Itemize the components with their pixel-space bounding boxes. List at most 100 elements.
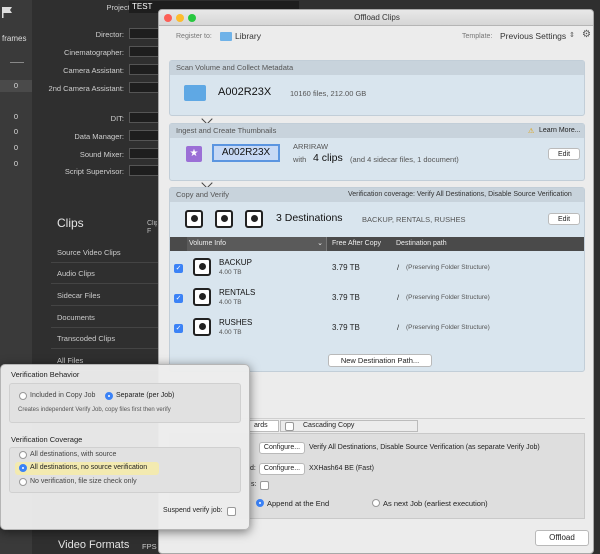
dit-label: DIT: — [110, 114, 124, 123]
next-job-radio[interactable] — [372, 499, 380, 507]
coverage-no-verification-radio[interactable] — [19, 478, 27, 486]
flag-icon — [0, 6, 20, 18]
drive-icon — [185, 210, 203, 228]
camera-assistant-label: Camera Assistant: — [63, 66, 124, 75]
scan-header: Scan Volume and Collect Metadata — [170, 61, 584, 75]
destination-names: BACKUP, RENTALS, RUSHES — [362, 215, 466, 224]
clip-format: ARRIRAW — [293, 142, 329, 151]
option-checkbox[interactable] — [260, 481, 269, 490]
destination-note: (Preserving Folder Structure) — [406, 324, 490, 331]
hash-configure-button[interactable]: Configure... — [259, 463, 305, 475]
scan-section: Scan Volume and Collect Metadata A002R23… — [169, 60, 585, 116]
volume-info-column[interactable]: Volume Info ⌄ — [187, 237, 327, 251]
volume-info: 10160 files, 212.00 GB — [290, 89, 367, 98]
separate-radio[interactable] — [105, 392, 113, 400]
fps-label: FPS — [142, 542, 157, 551]
clips-count: 4 clips — [313, 152, 343, 164]
clip-name-field[interactable]: A002R23X — [212, 144, 280, 162]
hash-label-cut: d: — [250, 465, 256, 472]
suspend-checkbox[interactable] — [227, 507, 236, 516]
clips-cut-column: Clip F — [147, 220, 157, 235]
new-destination-button[interactable]: New Destination Path... — [328, 354, 432, 367]
drive-icon — [245, 210, 263, 228]
copy-verify-section: Copy and Verify Verification coverage: V… — [169, 187, 585, 372]
cascading-checkbox[interactable] — [285, 422, 294, 431]
sidebar-item-source-video[interactable]: Source Video Clips — [51, 243, 161, 263]
destination-size: 4.00 TB — [219, 269, 242, 276]
ingest-edit-button[interactable]: Edit — [548, 148, 580, 160]
destination-name: RUSHES — [219, 318, 253, 327]
destination-row[interactable]: ✓ RUSHES 4.00 TB 3.79 TB / (Preserving F… — [170, 313, 584, 343]
left-num: 0 — [13, 112, 19, 121]
warning-icon: ⚠ — [528, 128, 535, 135]
sidebar-item-audio[interactable]: Audio Clips — [51, 264, 161, 284]
minimize-window-button[interactable] — [176, 14, 184, 22]
behavior-description: Creates independent Verify Job, copy fil… — [18, 407, 171, 413]
separate-label: Separate (per Job) — [116, 392, 175, 399]
offload-button[interactable]: Offload — [535, 530, 589, 546]
included-radio[interactable] — [19, 392, 27, 400]
zoom-window-button[interactable] — [188, 14, 196, 22]
template-label: Template: — [462, 33, 493, 40]
option-label-cut: s: — [251, 481, 257, 488]
destination-name: RENTALS — [219, 288, 256, 297]
destination-path-header[interactable]: Destination path — [396, 240, 447, 247]
verify-configure-button[interactable]: Configure... — [259, 442, 305, 454]
destination-checkbox[interactable]: ✓ — [174, 324, 183, 333]
append-radio[interactable] — [256, 499, 264, 507]
volume-name: A002R23X — [218, 86, 272, 98]
destination-table-header: Volume Info ⌄ Free After Copy Destinatio… — [170, 237, 584, 251]
destination-row[interactable]: ✓ BACKUP 4.00 TB 3.79 TB / (Preserving F… — [170, 253, 584, 283]
append-label: Append at the End — [267, 499, 330, 508]
destination-note: (Preserving Folder Structure) — [406, 264, 490, 271]
coverage-with-source-radio[interactable] — [19, 451, 27, 459]
learn-more-link[interactable]: Learn More... — [539, 127, 581, 134]
destination-size: 4.00 TB — [219, 299, 242, 306]
sidebar-item-transcoded[interactable]: Transcoded Clips — [51, 329, 161, 349]
destination-checkbox[interactable]: ✓ — [174, 264, 183, 273]
volume-folder-icon — [184, 85, 206, 101]
destination-row[interactable]: ✓ RENTALS 4.00 TB 3.79 TB / (Preserving … — [170, 283, 584, 313]
behavior-title: Verification Behavior — [11, 370, 80, 379]
left-num: 0 — [13, 127, 19, 136]
tab-cards[interactable]: ards — [249, 420, 279, 432]
template-dropdown[interactable]: Previous Settings — [500, 31, 566, 41]
coverage-no-source-radio[interactable] — [19, 464, 27, 472]
destination-path: / — [397, 293, 400, 302]
drive-icon — [193, 258, 211, 276]
drive-icon — [215, 210, 233, 228]
coverage-no-verification-label: No verification, file size check only — [30, 478, 137, 485]
destination-path: / — [397, 323, 400, 332]
gear-icon[interactable]: ⚙ — [582, 29, 591, 40]
close-window-button[interactable] — [164, 14, 172, 22]
with-label: with — [293, 155, 307, 164]
tab-cascading-label: Cascading Copy — [303, 422, 355, 429]
included-label: Included in Copy Job — [30, 392, 96, 399]
free-after-copy-header[interactable]: Free After Copy — [332, 240, 381, 247]
data-manager-label: Data Manager: — [74, 132, 124, 141]
frames-label: frames — [2, 34, 27, 43]
destination-checkbox[interactable]: ✓ — [174, 294, 183, 303]
destination-free: 3.79 TB — [332, 263, 360, 272]
left-num: 0 — [13, 159, 19, 168]
next-job-label: As next Job (earliest execution) — [383, 499, 488, 508]
coverage-title: Verification Coverage — [11, 435, 83, 444]
sidebar-item-sidecar[interactable]: Sidecar Files — [51, 286, 161, 306]
folder-icon — [220, 32, 232, 41]
coverage-with-source-label: All destinations, with source — [30, 451, 117, 458]
chevron-updown-icon: ⇕ — [569, 32, 575, 39]
dash-divider — [10, 62, 24, 63]
copy-edit-button[interactable]: Edit — [548, 213, 580, 225]
destination-free: 3.79 TB — [332, 323, 360, 332]
register-library[interactable]: Library — [235, 31, 261, 41]
destination-free: 3.79 TB — [332, 293, 360, 302]
hash-value: XXHash64 BE (Fast) — [309, 465, 374, 472]
destination-name: BACKUP — [219, 258, 252, 267]
cinematographer-label: Cinematographer: — [63, 48, 124, 57]
sidebar-item-documents[interactable]: Documents — [51, 308, 161, 328]
video-formats-title: Video Formats — [58, 539, 130, 551]
verification-coverage: Verification coverage: Verify All Destin… — [348, 191, 572, 198]
tab-cascading-copy[interactable]: Cascading Copy — [280, 420, 418, 432]
verify-description: Verify All Destinations, Disable Source … — [309, 444, 540, 451]
left-num: 0 — [0, 80, 32, 92]
